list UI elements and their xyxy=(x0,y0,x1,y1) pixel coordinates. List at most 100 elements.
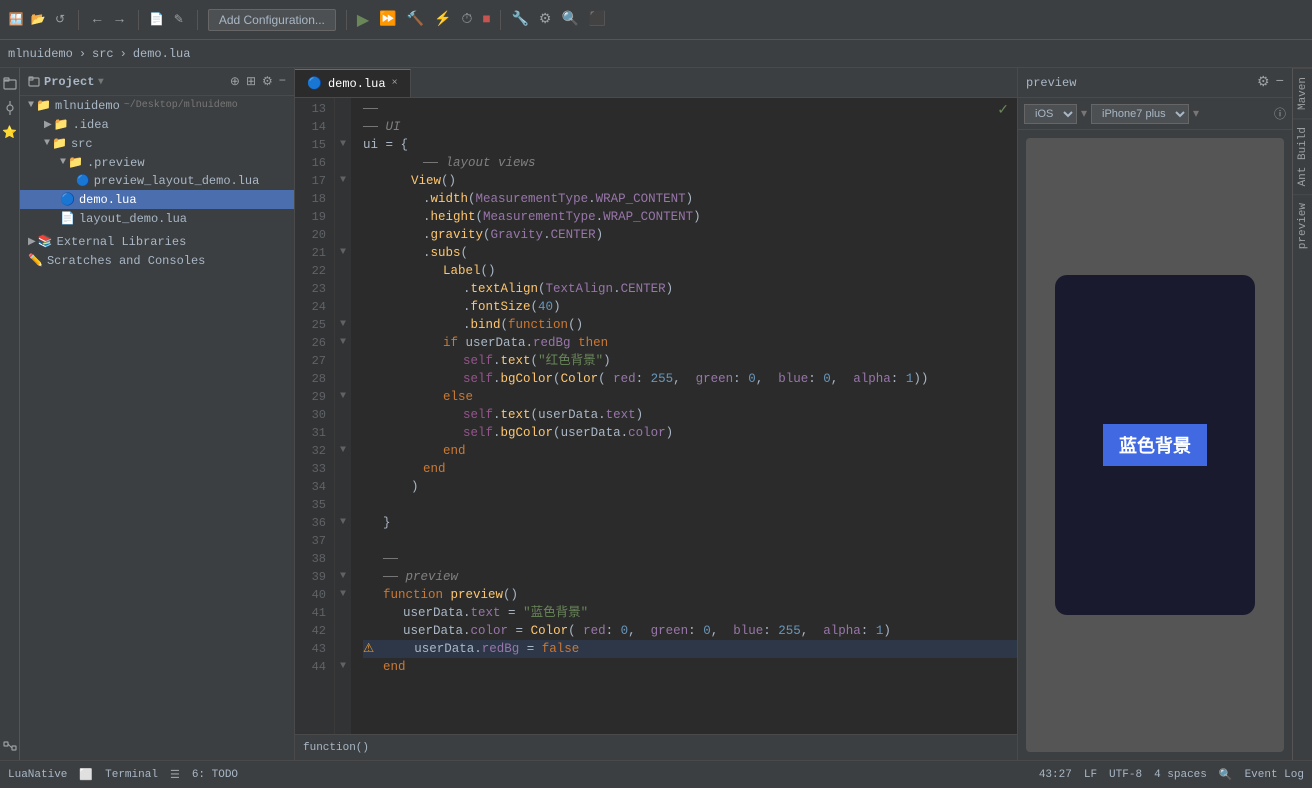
build-icon[interactable]: 🔨 xyxy=(407,11,424,28)
code-line-40[interactable]: function preview() xyxy=(363,586,1017,604)
code-line-25[interactable]: .bind(function() xyxy=(363,316,1017,334)
patch-icon[interactable]: 🔧 xyxy=(511,11,528,28)
code-line-31[interactable]: self.bgColor(userData.color) xyxy=(363,424,1017,442)
code-line-39[interactable]: —— preview xyxy=(363,568,1017,586)
terminal-icon-tb[interactable]: ⬛ xyxy=(589,11,606,28)
fold-36[interactable]: ▼ xyxy=(335,514,351,532)
sidebar-item-preview[interactable]: ▼ 📁 .preview xyxy=(20,153,294,172)
code-line-43[interactable]: ⚠ userData.redBg = false xyxy=(363,640,1017,658)
project-dropdown[interactable]: ▾ xyxy=(98,76,103,88)
bookmark-icon[interactable]: ⭐ xyxy=(2,124,18,140)
code-line-41[interactable]: userData.text = "蓝色背景" xyxy=(363,604,1017,622)
os-select[interactable]: iOS xyxy=(1024,104,1077,124)
code-line-44[interactable]: end xyxy=(363,658,1017,676)
breadcrumb-folder[interactable]: src xyxy=(92,47,114,61)
os-dropdown-icon[interactable]: ▾ xyxy=(1081,106,1087,121)
sidebar-item-idea[interactable]: ▶ 📁 .idea xyxy=(20,115,294,134)
code-line-34[interactable]: ) xyxy=(363,478,1017,496)
code-line-13[interactable]: —— xyxy=(363,100,1017,118)
fold-17[interactable]: ▼ xyxy=(335,172,351,190)
sidebar-close-icon[interactable]: − xyxy=(279,74,286,89)
preview-minus-icon[interactable]: − xyxy=(1276,74,1284,91)
fold-15[interactable]: ▼ xyxy=(335,136,351,154)
event-log[interactable]: Event Log xyxy=(1245,769,1304,781)
code-line-27[interactable]: self.text("红色背景") xyxy=(363,352,1017,370)
right-tool-ant[interactable]: Ant Build xyxy=(1293,118,1312,194)
forward-btn[interactable]: → xyxy=(111,10,127,30)
status-indent[interactable]: 4 spaces xyxy=(1154,769,1207,781)
fold-44[interactable]: ▼ xyxy=(335,658,351,676)
sidebar-settings-icon[interactable]: ⚙ xyxy=(262,74,273,89)
tab-demo-lua[interactable]: 🔵 demo.lua × xyxy=(295,69,411,97)
code-line-35[interactable] xyxy=(363,496,1017,514)
code-line-37[interactable] xyxy=(363,532,1017,550)
right-tool-maven[interactable]: Maven xyxy=(1293,68,1312,118)
code-line-14[interactable]: —— UI xyxy=(363,118,1017,136)
code-line-20[interactable]: .gravity(Gravity.CENTER) xyxy=(363,226,1017,244)
fold-32[interactable]: ▼ xyxy=(335,442,351,460)
device-dropdown-icon[interactable]: ▾ xyxy=(1193,106,1199,121)
code-line-17[interactable]: View() xyxy=(363,172,1017,190)
back-btn[interactable]: ← xyxy=(89,10,105,30)
fold-21[interactable]: ▼ xyxy=(335,244,351,262)
code-line-15[interactable]: ui = { xyxy=(363,136,1017,154)
code-line-38[interactable]: —— xyxy=(363,550,1017,568)
preview-gear-icon[interactable]: ⚙ xyxy=(1257,74,1270,91)
code-line-16[interactable]: —— layout views xyxy=(363,154,1017,172)
breadcrumb-file[interactable]: demo.lua xyxy=(133,47,191,61)
fold-14 xyxy=(335,118,351,136)
code-line-33[interactable]: end xyxy=(363,460,1017,478)
sidebar-item-external-libs[interactable]: ▶ 📚 External Libraries xyxy=(20,232,294,251)
profile-icon[interactable]: ⏱ xyxy=(462,12,473,28)
add-config-button[interactable]: Add Configuration... xyxy=(208,9,336,31)
status-encoding[interactable]: UTF-8 xyxy=(1109,769,1142,781)
sidebar-item-scratches[interactable]: ✏️ Scratches and Consoles xyxy=(20,251,294,270)
coverage-icon[interactable]: ⚡ xyxy=(434,11,451,28)
commit-icon[interactable] xyxy=(2,100,18,116)
refresh-icon[interactable]: ↺ xyxy=(52,12,68,28)
breadcrumb-project[interactable]: mlnuidemo xyxy=(8,47,73,61)
code-line-24[interactable]: .fontSize(40) xyxy=(363,298,1017,316)
sidebar-item-src[interactable]: ▼ 📁 src xyxy=(20,134,294,153)
run-icon[interactable]: ▶ xyxy=(357,10,369,30)
preview-info-icon[interactable]: ⓘ xyxy=(1274,105,1286,122)
fold-26[interactable]: ▼ xyxy=(335,334,351,352)
fold-40[interactable]: ▼ xyxy=(335,586,351,604)
sidebar-item-demo[interactable]: 🔵 demo.lua xyxy=(20,190,294,209)
right-tool-preview[interactable]: preview xyxy=(1293,194,1312,257)
module-icon[interactable]: ⚙ xyxy=(539,11,552,28)
fold-39[interactable]: ▼ xyxy=(335,568,351,586)
line-num: 39 xyxy=(295,568,326,586)
code-line-21[interactable]: .subs( xyxy=(363,244,1017,262)
project-icon[interactable] xyxy=(2,76,18,92)
sidebar-layout-icon[interactable]: ⊞ xyxy=(246,74,256,89)
code-line-36[interactable]: } xyxy=(363,514,1017,532)
tree-root[interactable]: ▼ 📁 mlnuidemo ~/Desktop/mlnuidemo xyxy=(20,96,294,115)
todo-tab[interactable]: 6: TODO xyxy=(192,769,238,781)
code-editor[interactable]: —— —— UI ui = { —— layout views View() .… xyxy=(351,98,1017,734)
fold-29[interactable]: ▼ xyxy=(335,388,351,406)
code-line-32[interactable]: end xyxy=(363,442,1017,460)
sidebar-gear-icon[interactable]: ⊕ xyxy=(230,74,240,89)
stop-icon[interactable]: ⏹ xyxy=(482,11,490,29)
sidebar-item-layout-demo[interactable]: 📄 layout_demo.lua xyxy=(20,209,294,228)
sidebar-item-preview-layout[interactable]: 🔵 preview_layout_demo.lua xyxy=(20,172,294,190)
device-select[interactable]: iPhone7 plus xyxy=(1091,104,1189,124)
code-line-18[interactable]: .width(MeasurementType.WRAP_CONTENT) xyxy=(363,190,1017,208)
code-line-19[interactable]: .height(MeasurementType.WRAP_CONTENT) xyxy=(363,208,1017,226)
code-line-42[interactable]: userData.color = Color( red: 0, green: 0… xyxy=(363,622,1017,640)
code-line-26[interactable]: if userData.redBg then xyxy=(363,334,1017,352)
code-line-23[interactable]: .textAlign(TextAlign.CENTER) xyxy=(363,280,1017,298)
luanative-tab[interactable]: LuaNative xyxy=(8,769,67,781)
status-lf[interactable]: LF xyxy=(1084,769,1097,781)
tab-close-btn[interactable]: × xyxy=(392,78,398,89)
step-icon[interactable]: ⏩ xyxy=(379,11,396,28)
code-line-28[interactable]: self.bgColor(Color( red: 255, green: 0, … xyxy=(363,370,1017,388)
structure-icon[interactable] xyxy=(2,740,18,756)
code-line-30[interactable]: self.text(userData.text) xyxy=(363,406,1017,424)
fold-25[interactable]: ▼ xyxy=(335,316,351,334)
code-line-29[interactable]: else xyxy=(363,388,1017,406)
code-line-22[interactable]: Label() xyxy=(363,262,1017,280)
terminal-tab[interactable]: Terminal xyxy=(105,769,158,781)
search-icon[interactable]: 🔍 xyxy=(561,11,578,28)
